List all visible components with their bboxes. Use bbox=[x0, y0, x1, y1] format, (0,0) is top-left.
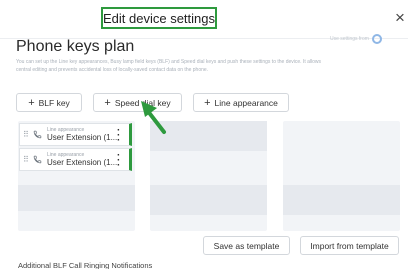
more-options-icon[interactable]: · · · bbox=[117, 151, 120, 171]
pointer-arrow-icon bbox=[141, 101, 166, 134]
import-from-template-label: Import from template bbox=[310, 240, 389, 251]
plan-description: You can set up the Line key appearances,… bbox=[16, 59, 321, 74]
key-name-label: User Extension (1... bbox=[47, 132, 118, 142]
page-title: Phone keys plan bbox=[16, 38, 135, 55]
phone-key-item[interactable]: ⠿ Line appearance User Extension (1... ·… bbox=[19, 123, 132, 146]
dialog-title: Edit device settings bbox=[101, 7, 217, 29]
import-from-template-button[interactable]: Import from template bbox=[300, 236, 399, 255]
key-slot bbox=[18, 185, 135, 211]
close-icon[interactable]: × bbox=[395, 9, 405, 26]
settings-toggle-label: Use settings from bbox=[330, 36, 369, 42]
plus-icon: + bbox=[204, 96, 211, 109]
key-slot bbox=[283, 185, 400, 215]
add-blf-key-button[interactable]: + BLF key bbox=[16, 93, 82, 112]
drag-handle-icon[interactable]: ⠿ bbox=[23, 130, 31, 139]
add-line-appearance-button[interactable]: + Line appearance bbox=[193, 93, 289, 112]
save-as-template-button[interactable]: Save as template bbox=[203, 236, 290, 255]
plus-icon: + bbox=[28, 96, 35, 109]
add-blf-key-label: BLF key bbox=[38, 97, 70, 108]
blf-notifications-heading: Additional BLF Call Ringing Notification… bbox=[18, 261, 153, 269]
key-slot bbox=[150, 185, 267, 215]
add-line-appearance-label: Line appearance bbox=[214, 97, 278, 108]
dialog-title-text: Edit device settings bbox=[103, 10, 216, 26]
plus-icon: + bbox=[104, 96, 111, 109]
phone-icon bbox=[33, 130, 42, 139]
key-name-label: User Extension (1... bbox=[47, 157, 118, 167]
key-column-3 bbox=[283, 121, 400, 231]
save-as-template-label: Save as template bbox=[213, 240, 280, 251]
key-column-2 bbox=[150, 121, 267, 231]
drag-handle-icon[interactable]: ⠿ bbox=[23, 155, 31, 164]
phone-icon bbox=[33, 155, 42, 164]
settings-toggle[interactable]: Use settings from bbox=[330, 34, 382, 44]
toggle-icon bbox=[371, 34, 382, 44]
phone-key-item[interactable]: ⠿ Line appearance User Extension (1... ·… bbox=[19, 148, 132, 171]
more-options-icon[interactable]: · · · bbox=[117, 126, 120, 146]
